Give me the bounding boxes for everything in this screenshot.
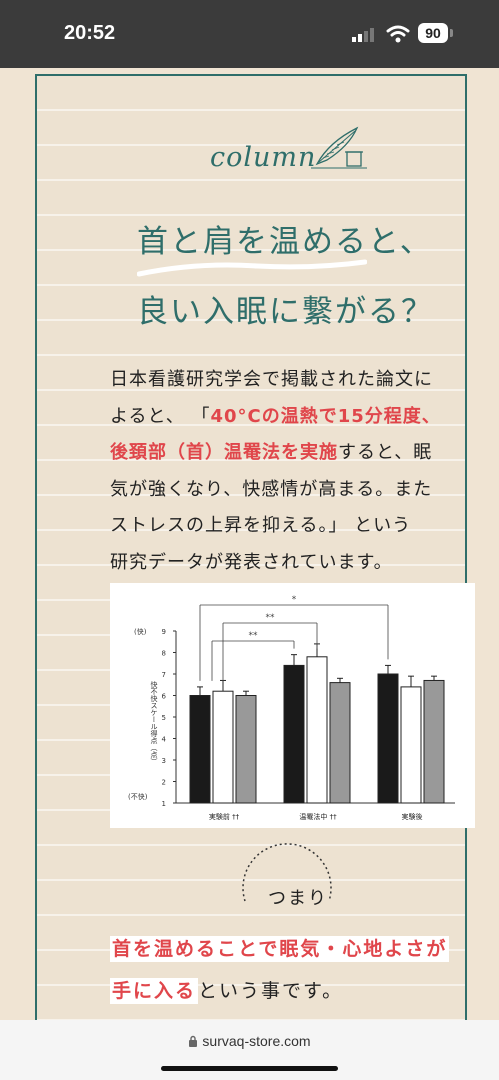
url-text: survaq-store.com	[202, 1033, 311, 1049]
battery-tip	[450, 29, 453, 37]
headline-line2: 良い入眠に繋がる？	[137, 294, 434, 330]
bar-chart: 1 2 3 4 5 6 7 8 9 (快) (不快) 快不快スケール得点（点） 実験前 †† 温罨法中 †…	[128, 595, 455, 821]
wifi-icon	[386, 25, 410, 43]
bar	[235, 695, 257, 804]
paragraph-line: 気が強くなり、快感情が高まる。また	[110, 478, 433, 500]
summary-line2: 手に入る という事です。	[110, 976, 344, 1004]
tsumari-label: つまり	[268, 888, 328, 909]
bar	[377, 673, 399, 804]
bar	[329, 682, 351, 804]
y-axis-label: 快不快スケール得点（点）	[150, 680, 158, 765]
article-paragraph: 日本看護研究学会で掲載された論文に よると、 「40°Cの温熱で15分程度、 後…	[110, 362, 485, 581]
summary-highlight: 手に入る	[110, 978, 199, 1004]
bar	[212, 690, 234, 804]
paragraph-line: 研究データが発表されています。	[110, 551, 393, 573]
x-category-label: 実験後	[402, 812, 423, 821]
brush-underline	[137, 259, 367, 277]
headline-line1: 首と肩を温めると、	[137, 224, 433, 260]
feather-pen-icon	[311, 126, 367, 169]
research-chart: 1 2 3 4 5 6 7 8 9 (快) (不快) 快不快スケール得点（点） 実験前 †† 温罨法中 †…	[110, 583, 475, 828]
paragraph-line: 日本看護研究学会で掲載された論文に	[110, 369, 433, 390]
column-label: column	[210, 142, 317, 173]
summary-highlight: 首を温めることで眠気・心地よさが	[110, 936, 450, 962]
significance-label: **	[249, 631, 259, 641]
column-frame: column 首と肩を温めると、 良い入眠に繋がる？ 日本看護研究学会で掲載され…	[35, 74, 475, 1020]
y-tick-label: 2	[162, 779, 166, 787]
y-tick-label: 5	[162, 714, 166, 722]
y-tick-label: 1	[162, 800, 166, 808]
bar	[189, 695, 211, 804]
y-tick-label: 7	[162, 671, 166, 679]
paragraph-text: すると、眠	[338, 442, 433, 463]
paragraph-line: ストレスの上昇を抑える。」 という	[110, 515, 412, 536]
bar	[283, 664, 305, 804]
browser-url-bar[interactable]: survaq-store.com	[0, 1020, 499, 1080]
home-indicator[interactable]	[161, 1066, 338, 1071]
y-top-label: (快)	[134, 627, 147, 636]
url-display[interactable]: survaq-store.com	[0, 1033, 499, 1049]
x-category-label: 温罨法中 ††	[299, 812, 337, 821]
significance-label: *	[292, 595, 297, 605]
y-tick-label: 8	[162, 650, 166, 658]
bar	[400, 686, 422, 804]
cellular-signal-icon	[352, 28, 374, 42]
significance-label: **	[266, 613, 276, 623]
highlight-text: 後頚部（首）温罨法を実施	[110, 442, 338, 463]
paragraph-line: 後頚部（首）温罨法を実施すると、眠	[110, 435, 485, 472]
status-time: 20:52	[64, 22, 116, 44]
page-content[interactable]: column 首と肩を温めると、 良い入眠に繋がる？ 日本看護研究学会で掲載され…	[0, 68, 499, 1020]
lock-icon	[189, 1035, 198, 1047]
y-bottom-label: (不快)	[128, 792, 148, 801]
battery-icon: 90	[418, 23, 448, 43]
y-tick-label: 3	[162, 757, 166, 765]
y-tick-label: 6	[162, 693, 167, 701]
highlight-text: 40°Cの温熱で15分程度、	[210, 405, 441, 427]
status-bar: 20:52 90	[0, 0, 499, 68]
summary-line1: 首を温めることで眠気・心地よさが	[110, 934, 450, 962]
y-tick-label: 9	[162, 628, 166, 636]
x-category-label: 実験前 ††	[209, 812, 240, 821]
bar	[423, 679, 445, 804]
bar	[306, 656, 328, 804]
paragraph-line: よると、 「40°Cの温熱で15分程度、	[110, 399, 485, 436]
summary-text: という事です。	[198, 980, 344, 1002]
paragraph-text: よると、 「	[110, 405, 211, 427]
y-tick-label: 4	[162, 736, 167, 744]
